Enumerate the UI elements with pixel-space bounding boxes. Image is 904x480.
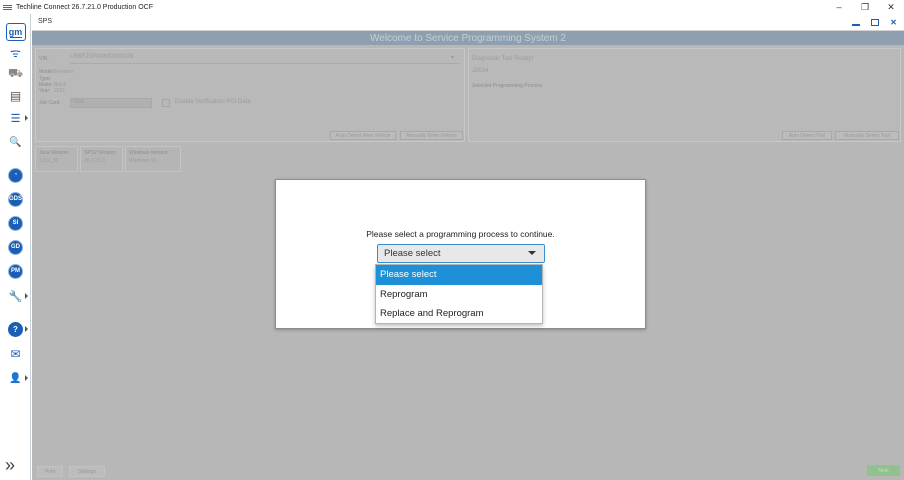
help-icon: ? xyxy=(8,321,23,337)
manually-enter-vehicle-button[interactable]: Manually Enter Vehicle xyxy=(400,131,463,140)
wrench-icon: 🔧 xyxy=(8,290,23,303)
tool-panel: Diagnostic Tool Ready! J2534 Selected Pr… xyxy=(468,48,901,142)
programming-process-select[interactable]: Please select xyxy=(377,244,545,263)
help-button[interactable]: ? xyxy=(5,321,28,337)
year-value: 2021 xyxy=(54,88,66,94)
chevron-down-icon xyxy=(528,251,536,255)
expand-sidebar-button[interactable]: » xyxy=(5,455,15,476)
gauge-icon: ◔ xyxy=(8,167,23,183)
gauge-button[interactable]: ◔ xyxy=(5,167,26,183)
si-button[interactable]: SI xyxy=(5,215,26,231)
submenu-arrow-icon xyxy=(25,115,28,121)
document-icon: ▤ xyxy=(9,89,22,103)
search-button[interactable]: 🔍 xyxy=(5,134,26,150)
gds-button[interactable]: GDS xyxy=(5,191,26,207)
gd-button[interactable]: GD xyxy=(5,239,26,255)
gm-logo-icon: gm xyxy=(5,23,26,41)
mail-icon: ✉ xyxy=(10,347,21,361)
sps-window-title: SPS xyxy=(38,18,53,25)
java-version-label: Java Version: xyxy=(39,150,70,156)
settings-button[interactable]: Settings xyxy=(69,466,105,477)
gds-icon: GDS xyxy=(8,191,23,207)
pm-icon: PM xyxy=(8,263,23,279)
dialog-message: Please select a programming process to c… xyxy=(366,229,555,239)
windows-version-value: Windows 10 xyxy=(129,158,157,164)
option-please-select[interactable]: Please select xyxy=(376,265,542,285)
os-window-title: Techline Connect 26.7.21.0 Production OC… xyxy=(16,3,153,11)
verification-checkbox[interactable] xyxy=(162,99,170,107)
wifi-icon: ᯤ xyxy=(10,45,21,60)
select-value: Please select xyxy=(384,248,441,259)
sps-window-controls: ✕ xyxy=(847,16,902,29)
jobcard-label: Job Card: xyxy=(39,100,61,106)
wifi-button[interactable]: ᯤ xyxy=(5,44,26,60)
si-icon: SI xyxy=(8,215,23,231)
auto-detect-vehicle-button[interactable]: Auto Detect New Vehicle xyxy=(330,131,396,140)
user-button[interactable]: 👤 xyxy=(5,370,28,386)
wrench-button[interactable]: 🔧 xyxy=(5,288,28,304)
maximize-icon xyxy=(870,19,879,26)
os-titlebar: Techline Connect 26.7.21.0 Production OC… xyxy=(0,0,904,14)
jobcard-input[interactable]: test xyxy=(70,98,152,108)
windows-version-label: Windows Version: xyxy=(129,150,169,156)
selected-process-label: Selected Programming Process xyxy=(472,83,543,89)
sps-maximize-button[interactable] xyxy=(866,16,883,29)
mail-button[interactable]: ✉ xyxy=(5,346,26,362)
tool-status: Diagnostic Tool Ready! xyxy=(472,56,534,62)
list-icon: ☰ xyxy=(10,112,21,125)
option-reprogram[interactable]: Reprogram xyxy=(376,285,542,305)
vin-value: LRBFZSR40MD000029 xyxy=(70,54,134,60)
windows-version-box: Windows Version: Windows 10 xyxy=(125,146,181,172)
model-value: Envision xyxy=(54,69,73,75)
vin-label: VIN: xyxy=(39,56,49,62)
java-version-box: Java Version: 1.8.0_92 xyxy=(35,146,78,172)
gd-icon: GD xyxy=(8,239,23,255)
minimize-icon xyxy=(851,24,860,26)
sps-minimize-button[interactable] xyxy=(847,16,864,29)
app-menu-icon xyxy=(3,4,12,10)
model-label: Model: xyxy=(39,69,55,75)
next-button[interactable]: Next xyxy=(867,465,900,476)
submenu-arrow-icon xyxy=(25,375,28,381)
submenu-arrow-icon xyxy=(25,326,28,332)
tool-id: J2534 xyxy=(472,68,489,74)
os-window-controls: – ❐ ✕ xyxy=(826,0,904,14)
left-sidebar: gm ᯤ ⛟ ▤ ☰ 🔍 ◔ GDS SI GD PM 🔧 ? ✉ 👤 » xyxy=(0,14,31,480)
sps-titlebar: SPS ✕ xyxy=(32,14,904,31)
list-button[interactable]: ☰ xyxy=(5,110,28,126)
process-dropdown-list: Please select Reprogram Replace and Repr… xyxy=(375,264,543,324)
java-version-value: 1.8.0_92 xyxy=(39,158,59,164)
document-button[interactable]: ▤ xyxy=(5,88,26,104)
verification-label: Enable Verification PCI Data xyxy=(175,99,251,105)
manually-select-tool-button[interactable]: Manually Select Tool xyxy=(835,131,899,140)
sps2-version-label: SPS2 Version: xyxy=(84,150,117,156)
vin-field[interactable]: LRBFZSR40MD000029 ▾ xyxy=(70,54,460,64)
os-minimize-button[interactable]: – xyxy=(826,0,852,14)
pm-button[interactable]: PM xyxy=(5,263,26,279)
welcome-banner: Welcome to Service Programming System 2 xyxy=(32,31,904,45)
os-close-button[interactable]: ✕ xyxy=(878,0,904,14)
sps2-version-box: SPS2 Version: 26.7.21.0 xyxy=(80,146,123,172)
print-button[interactable]: Print xyxy=(37,466,63,477)
search-icon: 🔍 xyxy=(9,136,22,148)
vehicle-panel: VIN: LRBFZSR40MD000029 ▾ Model: Envision… xyxy=(35,48,465,142)
sps-close-button[interactable]: ✕ xyxy=(885,16,902,29)
gm-home-button[interactable]: gm xyxy=(5,22,26,42)
vehicle-button[interactable]: ⛟ xyxy=(5,66,26,82)
user-icon: 👤 xyxy=(9,372,22,384)
year-label: Year: xyxy=(39,88,51,94)
vin-dropdown-icon: ▾ xyxy=(450,55,454,61)
os-restore-button[interactable]: ❐ xyxy=(852,0,878,14)
submenu-arrow-icon xyxy=(25,293,28,299)
auto-detect-tool-button[interactable]: Auto Detect Tool xyxy=(782,131,832,140)
option-replace-and-reprogram[interactable]: Replace and Reprogram xyxy=(376,304,542,324)
sps2-version-value: 26.7.21.0 xyxy=(84,158,105,164)
truck-icon: ⛟ xyxy=(7,66,24,80)
